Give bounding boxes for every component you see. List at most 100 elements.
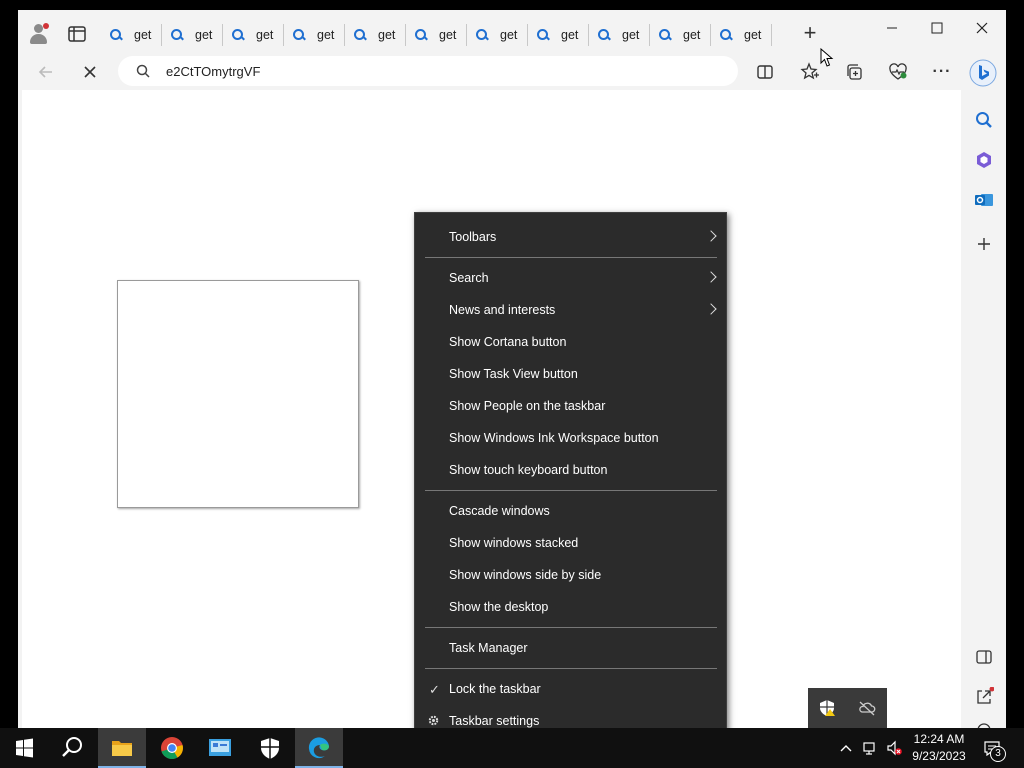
tab-title: get (317, 28, 335, 42)
tab-title: get (134, 28, 152, 42)
address-bar[interactable]: e2CtTOmytrgVF (118, 56, 738, 86)
search-icon (659, 29, 671, 41)
stop-loading-icon[interactable] (80, 62, 100, 82)
clock-date: 9/23/2023 (912, 749, 966, 763)
browser-tab[interactable]: get (651, 24, 711, 46)
external-link-icon[interactable] (974, 687, 994, 707)
onedrive-offline-icon[interactable] (858, 700, 876, 716)
browser-tab[interactable]: get (163, 24, 223, 46)
control-panel-icon[interactable] (196, 728, 244, 768)
split-screen-icon[interactable] (755, 62, 775, 82)
tab-title: get (439, 28, 457, 42)
more-options-icon[interactable]: ··· (932, 62, 952, 82)
system-clock[interactable]: 12:24 AM 9/23/2023 (906, 731, 972, 765)
search-icon (171, 29, 183, 41)
favorites-icon[interactable] (800, 62, 820, 82)
chrome-icon[interactable] (148, 728, 196, 768)
menu-item[interactable]: Lock the taskbar ✓ (415, 674, 726, 704)
search-icon (415, 29, 427, 41)
menu-item[interactable]: Cascade windows (415, 496, 726, 526)
menu-item[interactable]: News and interests (415, 295, 726, 325)
action-center-button[interactable]: 3 (978, 728, 1018, 768)
settings-icon[interactable] (974, 720, 994, 728)
menu-separator (425, 668, 717, 669)
browser-tab[interactable]: get (407, 24, 467, 46)
tab-title: get (561, 28, 579, 42)
search-icon[interactable] (974, 110, 994, 130)
menu-item-label: Show Cortana button (449, 335, 567, 349)
menu-item[interactable]: Show windows side by side (415, 560, 726, 590)
menu-item-label: Show the desktop (449, 600, 549, 614)
browser-tab[interactable]: get (712, 24, 772, 46)
volume-muted-icon[interactable] (886, 740, 902, 756)
tab-title: get (622, 28, 640, 42)
copilot-icon[interactable] (968, 58, 998, 88)
menu-item[interactable]: Show Task View button (415, 359, 726, 389)
menu-item[interactable]: Show People on the taskbar (415, 391, 726, 421)
collections-icon[interactable] (844, 62, 864, 82)
tab-title: get (256, 28, 274, 42)
menu-item[interactable]: Show Windows Ink Workspace button (415, 423, 726, 453)
hide-sidebar-icon[interactable] (974, 647, 994, 667)
browser-tab[interactable]: get (102, 24, 162, 46)
browser-tab[interactable]: get (468, 24, 528, 46)
gear-icon (428, 715, 439, 726)
network-icon[interactable] (862, 740, 878, 756)
tab-title: get (378, 28, 396, 42)
menu-item[interactable]: Show the desktop (415, 592, 726, 622)
menu-item[interactable]: Toolbars (415, 222, 726, 252)
office-icon[interactable] (974, 150, 994, 170)
chevron-right-icon (705, 271, 717, 283)
file-explorer-icon[interactable] (98, 728, 146, 768)
menu-item[interactable]: Show windows stacked (415, 528, 726, 558)
tab-title: get (195, 28, 213, 42)
search-icon[interactable] (48, 728, 96, 768)
menu-item[interactable]: Show Cortana button (415, 327, 726, 357)
chevron-right-icon (705, 230, 717, 242)
maximize-button[interactable] (923, 18, 951, 38)
chevron-right-icon (705, 303, 717, 315)
security-icon[interactable] (246, 728, 294, 768)
menu-item-label: Show Windows Ink Workspace button (449, 431, 659, 445)
menu-item[interactable]: Task Manager (415, 633, 726, 663)
notification-count-badge: 3 (990, 746, 1006, 762)
start-icon[interactable] (0, 728, 48, 768)
tray-overflow-popup (808, 688, 887, 728)
search-icon (476, 29, 488, 41)
browser-tab[interactable]: get (285, 24, 345, 46)
clock-time: 12:24 AM (913, 732, 965, 746)
menu-item[interactable]: Search (415, 263, 726, 293)
edge-icon[interactable] (295, 728, 343, 768)
profile-avatar-icon[interactable] (28, 23, 50, 45)
add-sidebar-app-icon[interactable] (974, 234, 994, 254)
search-icon (720, 29, 732, 41)
close-window-button[interactable] (968, 18, 996, 38)
tab-title: get (744, 28, 762, 42)
menu-item[interactable]: Show touch keyboard button (415, 455, 726, 485)
outlook-icon[interactable] (974, 190, 994, 210)
search-icon (293, 29, 305, 41)
edge-sidebar (962, 90, 1006, 728)
menu-item-label: Search (449, 271, 489, 285)
mouse-cursor-icon (820, 48, 834, 67)
search-icon (598, 29, 610, 41)
browser-tab[interactable]: get (346, 24, 406, 46)
browser-tab[interactable]: get (529, 24, 589, 46)
back-icon[interactable] (36, 62, 56, 82)
menu-item-label: Show Task View button (449, 367, 578, 381)
minimize-button[interactable] (878, 18, 906, 38)
menu-separator (425, 490, 717, 491)
browser-tab[interactable]: get (224, 24, 284, 46)
chevron-up-icon[interactable] (838, 740, 854, 756)
desktop-screen: get get get get get get get get get get get + e2Ct… (0, 0, 1024, 768)
menu-item-label: Taskbar settings (449, 714, 540, 728)
tab-strip: get get get get get get get get get get get + (18, 10, 1006, 54)
security-warning-icon[interactable] (818, 699, 836, 717)
menu-item-label: News and interests (449, 303, 556, 317)
browser-tab[interactable]: get (590, 24, 650, 46)
tab-actions-icon[interactable] (68, 26, 86, 42)
new-tab-button[interactable]: + (800, 22, 820, 44)
notification-dot (43, 23, 49, 29)
blank-window (117, 280, 359, 508)
browser-essentials-icon[interactable] (888, 62, 908, 82)
